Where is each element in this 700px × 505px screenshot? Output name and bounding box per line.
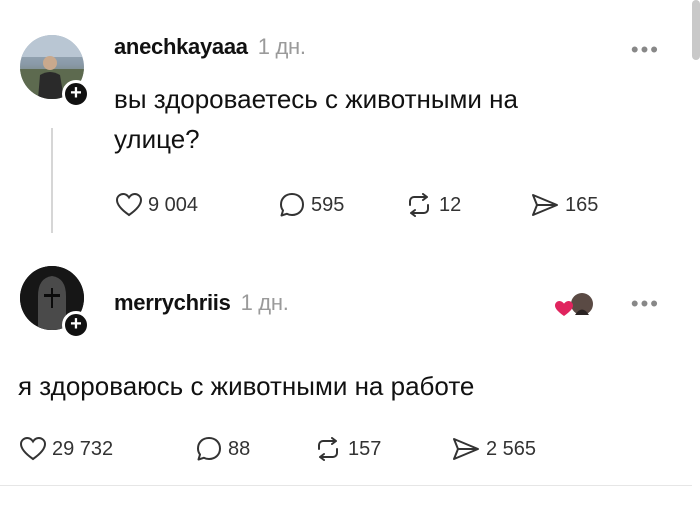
more-icon[interactable]: ••• (631, 37, 660, 63)
reply-count: 595 (311, 193, 345, 216)
like-button[interactable]: 9 004 (116, 193, 279, 217)
share-icon (532, 194, 558, 216)
reply-icon (280, 193, 304, 217)
share-icon (453, 438, 479, 460)
like-count: 9 004 (148, 193, 199, 216)
reply-icon (197, 437, 221, 461)
repost-count: 157 (348, 437, 382, 460)
like-count: 29 732 (52, 437, 114, 460)
repost-button[interactable]: 12 (405, 193, 531, 217)
post-text: я здороваюсь с животными на работе (18, 371, 475, 401)
follow-plus-icon[interactable]: + (62, 311, 90, 339)
post-actions: 29 732 88 157 2 565 (20, 436, 536, 462)
thread-line (51, 128, 53, 233)
share-button[interactable]: 2 565 (452, 437, 536, 461)
username[interactable]: merrychriis 1 дн. (114, 290, 289, 316)
scrollbar[interactable] (692, 0, 700, 60)
divider (0, 485, 692, 486)
liked-by-author-icon (554, 290, 598, 320)
heart-icon (20, 437, 46, 461)
reply-button[interactable]: 88 (196, 436, 314, 462)
reply-button[interactable]: 595 (279, 192, 405, 218)
more-icon[interactable]: ••• (631, 291, 660, 317)
heart-icon (116, 193, 142, 217)
repost-icon (409, 193, 429, 217)
post-time: 1 дн. (240, 290, 289, 315)
follow-plus-icon[interactable]: + (62, 80, 90, 108)
post-actions: 9 004 595 12 165 (116, 192, 598, 218)
username[interactable]: anechkayaaa 1 дн. (114, 34, 306, 60)
reply-count: 88 (228, 437, 251, 460)
share-count: 165 (565, 193, 599, 216)
share-count: 2 565 (486, 437, 537, 460)
like-button[interactable]: 29 732 (20, 437, 196, 461)
repost-button[interactable]: 157 (314, 437, 452, 461)
post-text: вы здороваетесь с животными на улице? (114, 84, 518, 154)
repost-count: 12 (439, 193, 462, 216)
share-button[interactable]: 165 (531, 193, 598, 217)
post-time: 1 дн. (257, 34, 306, 59)
repost-icon (318, 437, 338, 461)
